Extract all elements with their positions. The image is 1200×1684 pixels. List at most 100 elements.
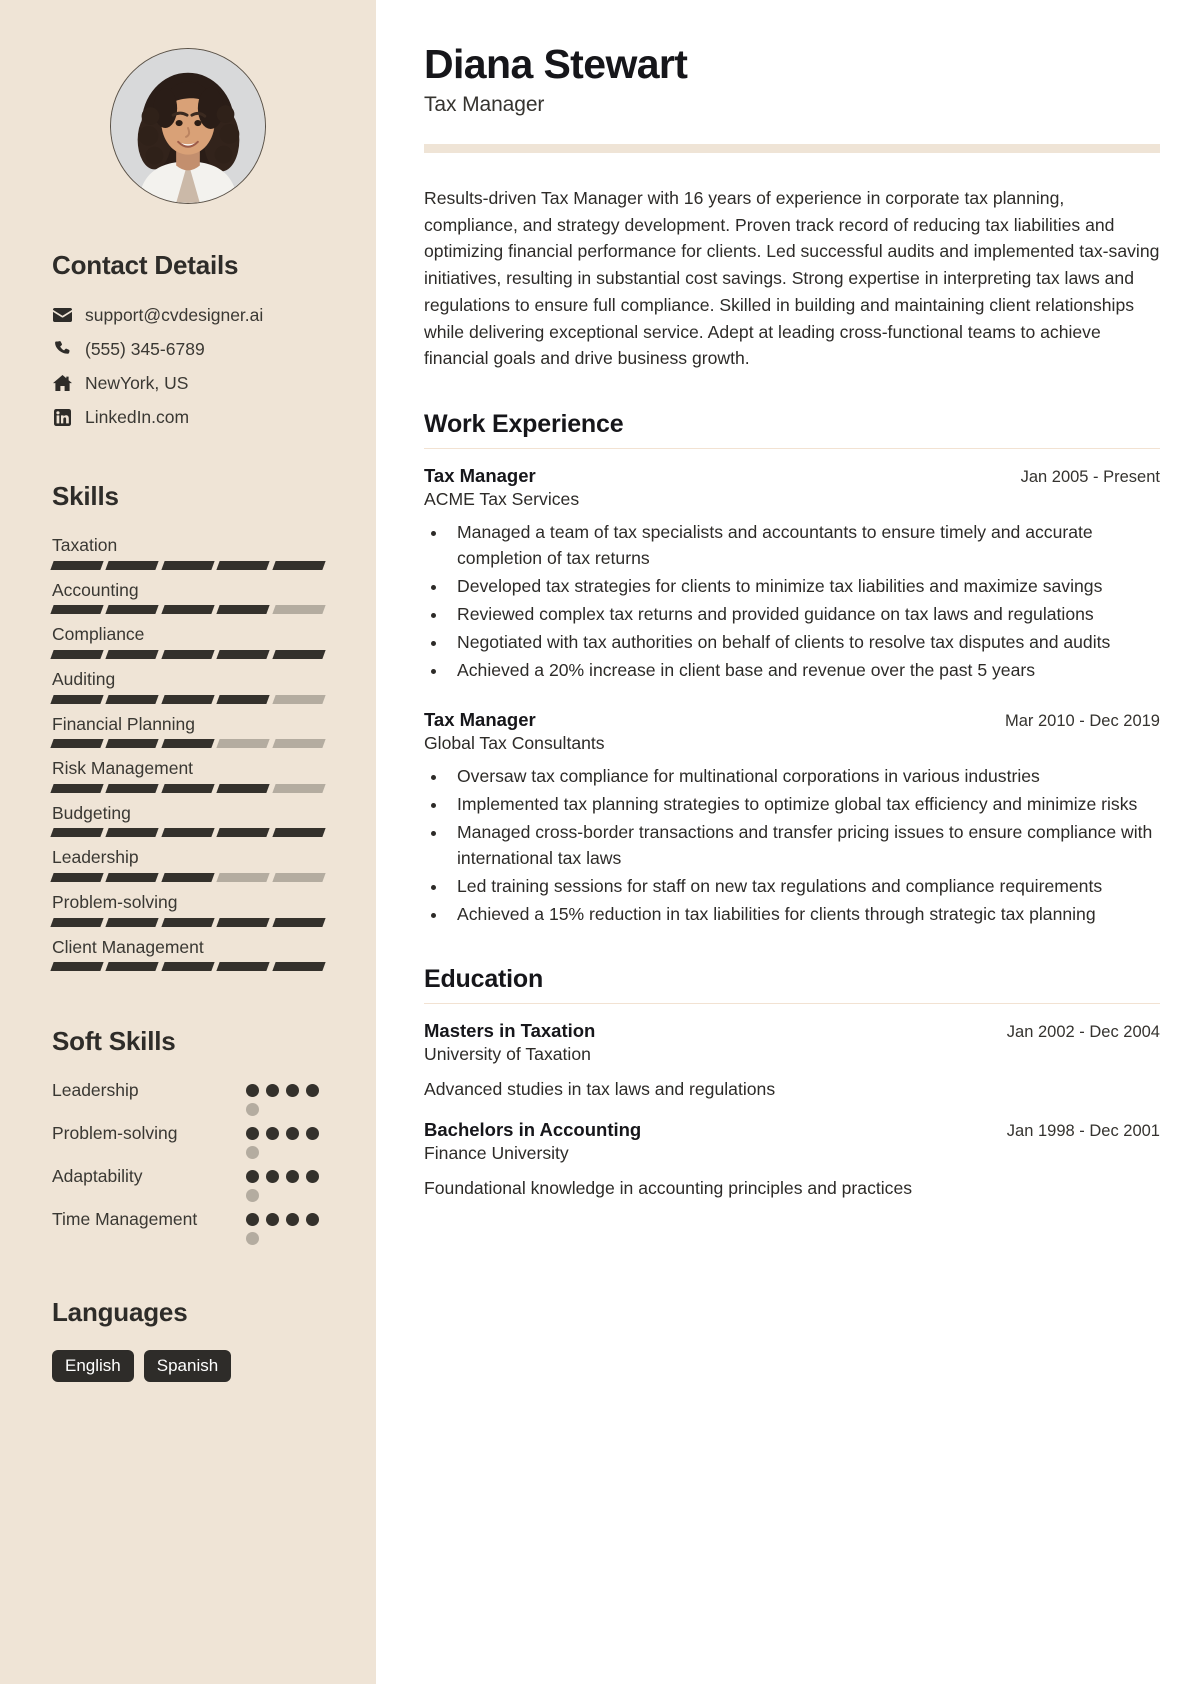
list-item: Developed tax strategies for clients to … [448, 573, 1160, 599]
work-entry: Tax Manager Jan 2005 - Present ACME Tax Se… [424, 465, 1160, 683]
rating-dot [306, 1170, 319, 1184]
employer-name: Global Tax Consultants [424, 733, 605, 754]
employer-name: ACME Tax Services [424, 489, 580, 510]
skill-bar-segment [161, 917, 215, 927]
skill-label: Compliance [52, 624, 145, 645]
home-icon [52, 375, 72, 391]
skill-level-bar [50, 694, 326, 704]
languages-section: Languages English Spanish [52, 1297, 324, 1383]
skill-level-bar [50, 783, 326, 793]
skill-level-bar [50, 560, 326, 570]
list-item: Managed cross-border transactions and tr… [448, 819, 1160, 871]
skill-bar-segment [216, 694, 271, 704]
resume-page: Contact Details support@cvdesigner.ai (5… [0, 0, 1200, 1684]
rating-dot [306, 1084, 319, 1098]
rating-dot [286, 1127, 299, 1141]
skill-bar-segment [50, 962, 105, 972]
education-section: Education Masters in Taxation Jan 2002 - … [424, 965, 1160, 1201]
skill-level-bar [50, 917, 326, 927]
entry-header: Tax Manager Jan 2005 - Present [424, 465, 1160, 487]
rating-dot [266, 1127, 279, 1141]
main-content: Diana Stewart Tax Manager Results-driven… [376, 0, 1200, 1684]
responsibility-list: Oversaw tax compliance for multinational… [448, 763, 1160, 927]
work-experience-section: Work Experience Tax Manager Jan 2005 - Pr… [424, 410, 1160, 927]
degree-title: Masters in Taxation [424, 1020, 596, 1042]
contact-item-phone[interactable]: (555) 345-6789 [52, 337, 324, 361]
skill-bar-segment [50, 560, 105, 570]
job-date-range: Mar 2010 - Dec 2019 [1004, 712, 1160, 731]
skill-bar-segment [271, 694, 326, 704]
profile-summary: Results-driven Tax Manager with 16 years… [424, 187, 1160, 369]
rating-dot [286, 1084, 299, 1098]
skill-bar-segment [216, 739, 271, 749]
skill-bar-segment [271, 917, 326, 927]
contact-value-email: support@cvdesigner.ai [85, 304, 264, 325]
education-heading: Education [424, 965, 544, 994]
section-divider [424, 1003, 1160, 1005]
soft-skill-rating [246, 1079, 324, 1117]
skill-bar-segment [50, 649, 105, 659]
soft-skills-list: Leadership Problem-solving Adaptability Tim… [52, 1079, 324, 1246]
skills-heading: Skills [52, 481, 119, 511]
soft-skill-rating [246, 1122, 324, 1160]
skill-bar-segment [105, 694, 160, 704]
skill-bar-segment [271, 962, 326, 972]
skill-item: Leadership [50, 846, 326, 882]
skill-bar-segment [50, 605, 105, 615]
rating-dot [246, 1084, 259, 1098]
skill-bar-segment [161, 828, 215, 838]
skill-level-bar [50, 962, 326, 972]
skill-level-bar [50, 649, 326, 659]
skill-bar-segment [105, 873, 160, 882]
contact-item-email[interactable]: support@cvdesigner.ai [52, 303, 324, 327]
skill-label: Auditing [52, 668, 116, 689]
entry-header: Bachelors in Accounting Jan 1998 - Dec 20… [424, 1119, 1160, 1141]
contact-item-linkedin[interactable]: LinkedIn.com [52, 405, 324, 429]
page-title: Diana Stewart [424, 41, 688, 87]
degree-title: Bachelors in Accounting [424, 1118, 642, 1140]
rating-dot [286, 1213, 299, 1227]
skill-item: Compliance [50, 623, 326, 659]
skill-bar-segment [271, 873, 326, 882]
skill-bar-segment [161, 873, 215, 882]
soft-skills-section: Soft Skills Leadership Problem-solving Ada… [52, 1026, 324, 1251]
skill-bar-segment [50, 873, 105, 882]
skill-bar-segment [216, 649, 271, 659]
language-tag[interactable]: Spanish [143, 1350, 232, 1383]
skill-bar-segment [105, 917, 160, 927]
skill-bar-segment [216, 828, 271, 838]
job-title: Tax Manager [424, 709, 536, 731]
skill-bar-segment [216, 605, 271, 615]
work-entry: Tax Manager Mar 2010 - Dec 2019 Global Tax… [424, 709, 1160, 927]
rating-dot [266, 1170, 279, 1184]
skill-bar-segment [216, 783, 271, 793]
rating-dot [246, 1127, 259, 1141]
section-divider [424, 448, 1160, 450]
list-item: Achieved a 15% reduction in tax liabilit… [448, 901, 1160, 927]
language-tag[interactable]: English [52, 1350, 134, 1383]
skill-bar-segment [105, 739, 160, 749]
rating-dot [306, 1213, 319, 1227]
skill-bar-segment [216, 917, 271, 927]
contact-item-location[interactable]: NewYork, US [52, 371, 324, 395]
skill-bar-segment [271, 828, 326, 838]
phone-icon [52, 340, 72, 358]
rating-dot [266, 1213, 279, 1227]
envelope-icon [52, 308, 72, 322]
skill-bar-segment [216, 873, 271, 882]
soft-skills-heading: Soft Skills [52, 1026, 176, 1057]
skill-item: Taxation [50, 534, 326, 570]
contact-value-linkedin: LinkedIn.com [85, 406, 190, 427]
avatar-container [52, 48, 324, 204]
rating-dot [246, 1103, 259, 1117]
skill-bar-segment [50, 694, 105, 704]
soft-skill-item: Time Management [52, 1208, 324, 1246]
contact-value-location: NewYork, US [85, 372, 189, 393]
soft-skill-item: Adaptability [52, 1165, 324, 1203]
rating-dot [266, 1084, 279, 1098]
skill-bar-segment [161, 649, 215, 659]
skill-level-bar [50, 739, 326, 749]
soft-skill-label: Time Management [52, 1209, 198, 1230]
skill-item: Auditing [50, 668, 326, 704]
contact-list: support@cvdesigner.ai (555) 345-6789 New… [52, 303, 324, 429]
